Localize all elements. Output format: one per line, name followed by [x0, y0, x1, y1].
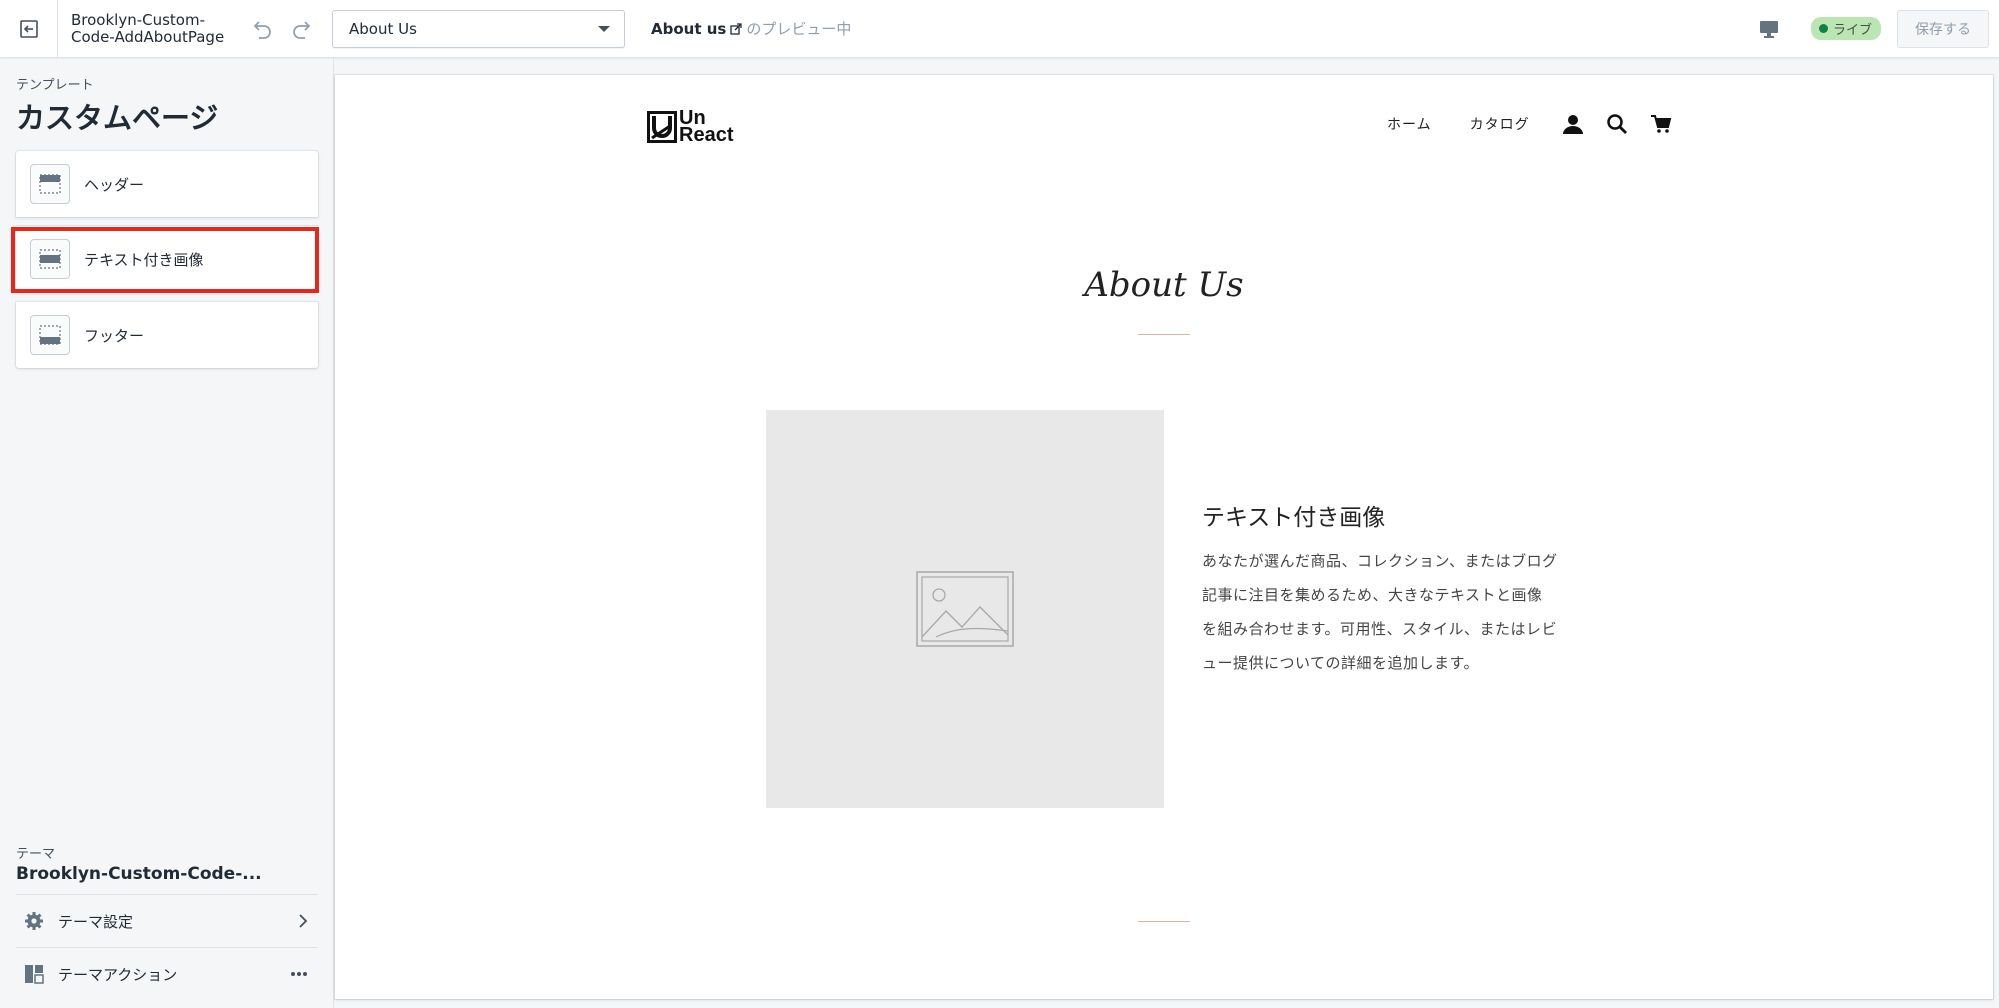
section-label: ヘッダー: [84, 175, 145, 194]
heading-divider: [1138, 334, 1190, 335]
footer-divider: [1138, 921, 1190, 922]
template-label: テンプレート: [16, 78, 94, 93]
exit-icon: [19, 19, 38, 38]
preview-info: About us のプレビュー中: [651, 18, 851, 39]
store-logo[interactable]: Un React: [647, 108, 734, 146]
section-item-header[interactable]: ヘッダー: [16, 151, 318, 217]
live-badge-label: ライブ: [1832, 23, 1872, 38]
topbar-actions: ライブ 保存する: [1749, 9, 1989, 49]
save-button[interactable]: 保存する: [1897, 9, 1989, 48]
preview-suffix: のプレビュー中: [746, 20, 852, 38]
desktop-icon: [1759, 20, 1778, 38]
cart-icon[interactable]: [1650, 114, 1672, 134]
device-preview-button[interactable]: [1749, 9, 1789, 49]
gear-icon: [16, 911, 52, 931]
footer-section-icon: [30, 315, 70, 355]
section-item-image-with-text[interactable]: テキスト付き画像: [16, 226, 318, 292]
editor-topbar: Brooklyn-Custom-Code-AddAboutPage About …: [0, 0, 1999, 58]
chevron-down-icon: [598, 25, 610, 32]
feature-body: あなたが選んだ商品、コレクション、またはブログ記事に注目を集めるため、大きなテキ…: [1202, 552, 1558, 672]
theme-actions-button[interactable]: テーマアクション: [16, 948, 318, 1000]
editor-sidebar: テンプレート カスタムページ ヘッダー テキスト付き画像 フッター テーマ Br…: [0, 59, 334, 1008]
logo-line-2: React: [679, 124, 734, 146]
redo-icon: [293, 20, 311, 39]
logo-wordmark: Un React: [679, 108, 734, 146]
logo-mark-icon: [647, 111, 677, 143]
feature-title: テキスト付き画像: [1202, 505, 1386, 531]
nav-catalog-link[interactable]: カタログ: [1470, 114, 1530, 134]
image-placeholder[interactable]: [766, 410, 1164, 808]
theme-actions-icon: [16, 964, 52, 984]
page-template-select[interactable]: About Us: [332, 9, 625, 48]
template-title: カスタムページ: [16, 101, 219, 135]
store-preview-frame: Un React ホーム カタログ About Us テキスト付き画像 あなたが…: [335, 75, 1993, 999]
image-with-text-section-icon: [30, 239, 70, 279]
live-status-badge: ライブ: [1810, 17, 1881, 40]
exit-editor-button[interactable]: [0, 0, 58, 58]
section-item-footer[interactable]: フッター: [16, 302, 318, 368]
theme-settings-button[interactable]: テーマ設定: [16, 895, 318, 947]
more-horizontal-icon[interactable]: [290, 971, 308, 977]
theme-name: Brooklyn-Custom-Code-...: [16, 864, 262, 884]
redo-button[interactable]: [286, 13, 318, 45]
external-link-icon[interactable]: [730, 22, 742, 35]
undo-button[interactable]: [246, 13, 278, 45]
theme-label: テーマ: [16, 847, 56, 862]
store-nav: ホーム カタログ: [1387, 113, 1688, 135]
header-section-icon: [30, 164, 70, 204]
undo-icon: [253, 20, 271, 39]
page-heading: About Us: [1084, 265, 1244, 305]
chevron-right-icon: [298, 913, 308, 929]
image-placeholder-icon: [916, 571, 1014, 647]
search-icon[interactable]: [1606, 113, 1628, 135]
theme-title: Brooklyn-Custom-Code-AddAboutPage: [71, 10, 225, 46]
preview-page-link[interactable]: About us: [651, 20, 726, 38]
section-label: フッター: [84, 326, 145, 345]
theme-settings-label: テーマ設定: [58, 912, 134, 931]
account-icon[interactable]: [1562, 113, 1584, 135]
section-label: テキスト付き画像: [84, 250, 204, 269]
theme-actions-label: テーマアクション: [58, 965, 178, 984]
history-controls: [246, 13, 318, 45]
page-select-value: About Us: [349, 19, 417, 38]
nav-home-link[interactable]: ホーム: [1387, 114, 1432, 134]
live-dot-icon: [1818, 24, 1828, 33]
